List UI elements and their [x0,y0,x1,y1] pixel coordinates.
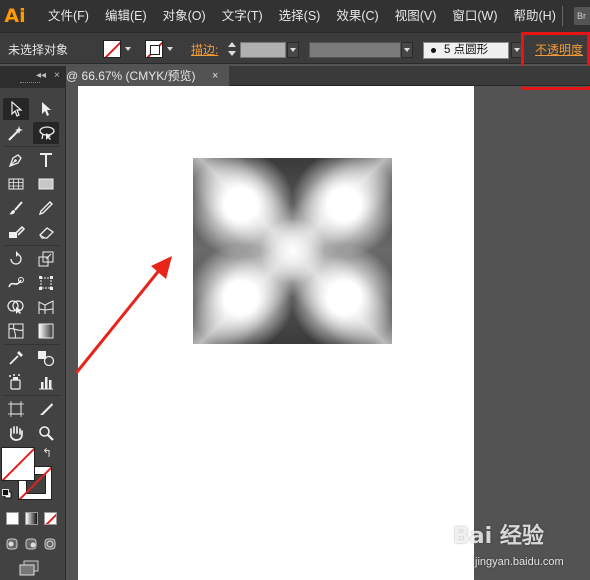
mesh-tool-icon[interactable] [3,320,29,342]
panel-grip[interactable] [20,82,40,84]
stroke-weight-dropdown[interactable] [287,42,299,58]
lasso-tool-icon[interactable] [33,122,59,144]
pencil-tool-icon[interactable] [33,197,59,219]
stroke-weight-spinner[interactable] [226,41,238,58]
watermark-logo: Bai 经验 [453,524,544,549]
menu-object[interactable]: 对象(O) [155,0,214,32]
spinner-up-icon[interactable] [228,42,236,47]
blurred-pattern-image[interactable] [193,158,392,344]
menu-file[interactable]: 文件(F) [40,0,97,32]
brush-definition[interactable]: 5 点圆形 [423,42,509,59]
document-tab-bar: @ 66.67% (CMYK/预览) × [66,66,590,86]
tool-divider [4,344,60,345]
menu-view[interactable]: 视图(V) [387,0,445,32]
hand-tool-icon[interactable] [3,422,29,444]
slice-tool-icon[interactable] [33,398,59,420]
fill-none-swatch[interactable] [103,40,121,58]
blend-tool-icon[interactable] [33,347,59,369]
rectangle-tool-icon[interactable] [33,173,59,195]
draw-inside-icon[interactable] [43,537,59,551]
warp-tool-icon[interactable] [3,272,29,294]
type-tool-icon[interactable] [33,149,59,171]
menu-help[interactable]: 帮助(H) [506,0,564,32]
baidu-watermark: Bai 经验 jingyan.baidu.com [453,514,590,580]
draw-normal-icon[interactable] [5,537,21,551]
eraser-tool-icon[interactable] [33,221,59,243]
collapse-panel-icon[interactable]: ◂◂ [36,70,46,81]
watermark-url: jingyan.baidu.com [475,556,564,568]
scale-tool-icon[interactable] [33,248,59,270]
paintbrush-tool-icon[interactable] [3,197,29,219]
menu-select[interactable]: 选择(S) [271,0,329,32]
spinner-down-icon[interactable] [228,51,236,56]
stroke-dropdown-icon[interactable] [167,47,173,51]
selection-tool-icon[interactable] [3,98,29,120]
profile-dropdown[interactable] [401,42,413,58]
pen-tool-icon[interactable] [3,149,29,171]
gradient-tool-icon[interactable] [33,320,59,342]
fill-color-swatch[interactable] [1,447,35,481]
magic-wand-tool-icon[interactable] [3,122,29,144]
swap-fill-stroke-icon[interactable]: ↰ [42,446,52,460]
rotate-tool-icon[interactable] [3,248,29,270]
tool-divider [4,245,60,246]
variable-width-profile[interactable] [309,42,401,58]
menu-window[interactable]: 窗口(W) [444,0,505,32]
menu-edit[interactable]: 编辑(E) [97,0,155,32]
control-bar: 未选择对象 描边: 5 点圆形 不透明度 [0,32,590,64]
menu-items: 文件(F) 编辑(E) 对象(O) 文字(T) 选择(S) 效果(C) 视图(V… [40,0,564,32]
free-transform-tool-icon[interactable] [33,272,59,294]
selection-status: 未选择对象 [8,43,69,57]
direct-selection-tool-icon[interactable] [33,98,59,120]
artboard-tool-icon[interactable] [3,398,29,420]
zoom-tool-icon[interactable] [33,422,59,444]
eyedropper-tool-icon[interactable] [3,347,29,369]
default-fill-stroke-icon[interactable] [2,488,12,499]
screen-mode-icon[interactable] [18,560,40,576]
document-tab[interactable]: @ 66.67% (CMYK/预览) [66,66,229,86]
draw-behind-icon[interactable] [24,537,40,551]
none-mode-button[interactable] [44,512,57,525]
close-panel-icon[interactable]: × [54,70,60,81]
column-graph-tool-icon[interactable] [33,371,59,393]
fill-dropdown-icon[interactable] [125,47,131,51]
menu-type[interactable]: 文字(T) [214,0,271,32]
menu-bar: Ai 文件(F) 编辑(E) 对象(O) 文字(T) 选择(S) 效果(C) 视… [0,0,590,32]
blob-brush-tool-icon[interactable] [3,221,29,243]
tools-panel-header: ◂◂ × [0,66,66,88]
tool-divider [4,146,60,147]
tools-panel: ↰ [0,88,66,580]
symbol-sprayer-tool-icon[interactable] [3,371,29,393]
app-logo: Ai [4,5,26,27]
menu-effect[interactable]: 效果(C) [328,0,386,32]
stroke-label-link[interactable]: 描边: [191,41,218,58]
color-mode-button[interactable] [6,512,19,525]
rectangular-grid-tool-icon[interactable] [3,173,29,195]
close-document-icon[interactable]: × [212,66,218,86]
perspective-grid-tool-icon[interactable] [33,296,59,318]
stroke-weight-input[interactable] [240,42,286,58]
shape-builder-tool-icon[interactable] [3,296,29,318]
document-tab-title: @ 66.67% (CMYK/预览) [66,69,196,83]
bridge-button[interactable]: Br [574,7,590,25]
tool-divider [4,395,60,396]
stroke-none-swatch[interactable] [145,40,163,58]
menu-divider [562,6,563,26]
gradient-mode-button[interactable] [25,512,38,525]
